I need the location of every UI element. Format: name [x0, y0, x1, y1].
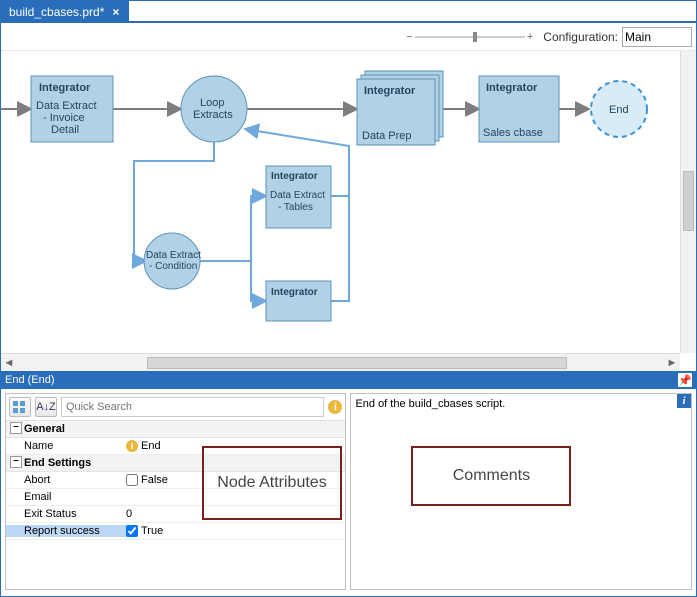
toolbar-config: − + Configuration:	[1, 23, 696, 51]
zoom-plus-icon[interactable]: +	[527, 31, 533, 43]
svg-text:Integrator: Integrator	[364, 85, 416, 97]
prop-exit-label: Exit Status	[6, 508, 126, 520]
diagram-canvas[interactable]: Integrator Data Extract - Invoice Detail…	[1, 51, 696, 371]
prop-report-label: Report success	[6, 525, 126, 537]
zoom-thumb[interactable]	[473, 32, 477, 42]
svg-text:- Condition: - Condition	[149, 261, 197, 272]
hscroll-right-arrow[interactable]: ►	[664, 357, 680, 369]
node-data-prep[interactable]: Integrator Data Prep	[357, 71, 443, 145]
properties-toolbar: A↓Z i	[6, 394, 345, 421]
prop-name-label: Name	[6, 440, 126, 452]
help-icon[interactable]: i	[328, 400, 342, 414]
svg-text:Sales cbase: Sales cbase	[483, 127, 543, 139]
svg-text:Data Prep: Data Prep	[362, 130, 412, 142]
vscroll-thumb[interactable]	[683, 171, 694, 231]
comments-pane[interactable]: i End of the build_cbases script. Commen…	[350, 393, 692, 590]
panel-title: End (End)	[5, 374, 55, 386]
node-loop-extracts[interactable]: Loop Extracts	[181, 76, 247, 142]
canvas-horizontal-scrollbar[interactable]: ◄ ►	[1, 353, 680, 371]
hscroll-thumb[interactable]	[147, 357, 567, 369]
svg-text:Loop: Loop	[200, 97, 224, 109]
abort-checkbox[interactable]	[126, 474, 138, 486]
tab-title: build_cbases.prd*	[9, 5, 104, 19]
svg-text:Data Extract: Data Extract	[36, 100, 97, 112]
svg-text:End: End	[609, 104, 629, 116]
svg-text:- Invoice: - Invoice	[43, 112, 85, 124]
category-general[interactable]: General	[6, 421, 345, 438]
tab-build-cbases[interactable]: build_cbases.prd* ×	[1, 0, 129, 21]
svg-text:Integrator: Integrator	[486, 82, 538, 94]
svg-text:Data Extract: Data Extract	[270, 190, 325, 201]
annotation-comments: Comments	[411, 446, 571, 506]
comment-text: End of the build_cbases script.	[355, 398, 687, 410]
tab-close-icon[interactable]: ×	[110, 5, 121, 19]
quick-search-input[interactable]	[61, 397, 324, 417]
properties-pane: A↓Z i General Name i End End Settings Ab…	[5, 393, 346, 590]
configuration-label: Configuration:	[543, 30, 618, 44]
name-info-icon: i	[126, 440, 138, 452]
zoom-track[interactable]	[415, 36, 525, 38]
svg-text:Integrator: Integrator	[39, 82, 91, 94]
hscroll-track[interactable]	[17, 356, 664, 370]
svg-text:Detail: Detail	[51, 124, 79, 136]
pin-icon[interactable]: 📌	[678, 373, 692, 387]
prop-row-name[interactable]: Name i End	[6, 438, 345, 455]
categorized-icon	[13, 401, 27, 413]
prop-row-abort[interactable]: Abort False	[6, 472, 345, 489]
canvas-vertical-scrollbar[interactable]	[680, 51, 696, 353]
svg-text:Extracts: Extracts	[193, 109, 233, 121]
svg-text:- Tables: - Tables	[278, 202, 313, 213]
prop-abort-label: Abort	[6, 474, 126, 486]
tab-bar: build_cbases.prd* ×	[1, 1, 696, 23]
properties-panel-header: End (End) 📌	[1, 371, 696, 389]
svg-text:Data Extract: Data Extract	[146, 250, 201, 261]
node-data-extract-condition[interactable]: Data Extract - Condition	[144, 233, 201, 289]
node-data-extract-tables[interactable]: Integrator Data Extract - Tables	[266, 166, 331, 228]
lower-panels: A↓Z i General Name i End End Settings Ab…	[1, 389, 696, 594]
node-end[interactable]: End	[591, 81, 647, 137]
flow-svg: Integrator Data Extract - Invoice Detail…	[1, 51, 682, 353]
prop-report-value[interactable]: True	[126, 525, 186, 537]
prop-email-label: Email	[6, 491, 126, 503]
categorized-button[interactable]	[9, 397, 31, 417]
zoom-slider[interactable]: − +	[406, 31, 533, 43]
category-end-settings[interactable]: End Settings	[6, 455, 345, 472]
svg-text:Integrator: Integrator	[271, 171, 318, 182]
info-corner-icon[interactable]: i	[677, 394, 691, 408]
prop-exit-value[interactable]: 0	[126, 508, 186, 520]
node-integrator-blank[interactable]: Integrator	[266, 281, 331, 321]
node-sales-cbase[interactable]: Integrator Sales cbase	[479, 76, 559, 142]
prop-row-email[interactable]: Email	[6, 489, 345, 506]
node-data-extract-invoice[interactable]: Integrator Data Extract - Invoice Detail	[31, 76, 113, 142]
zoom-minus-icon[interactable]: −	[406, 31, 412, 43]
alphabetical-button[interactable]: A↓Z	[35, 397, 57, 417]
hscroll-left-arrow[interactable]: ◄	[1, 357, 17, 369]
prop-row-exit-status[interactable]: Exit Status 0	[6, 506, 345, 523]
report-success-checkbox[interactable]	[126, 525, 138, 537]
prop-name-value: i End	[126, 440, 186, 452]
configuration-select[interactable]	[622, 27, 692, 47]
prop-abort-value[interactable]: False	[126, 474, 186, 486]
prop-row-report-success[interactable]: Report success True	[6, 523, 345, 540]
svg-text:Integrator: Integrator	[271, 287, 318, 298]
